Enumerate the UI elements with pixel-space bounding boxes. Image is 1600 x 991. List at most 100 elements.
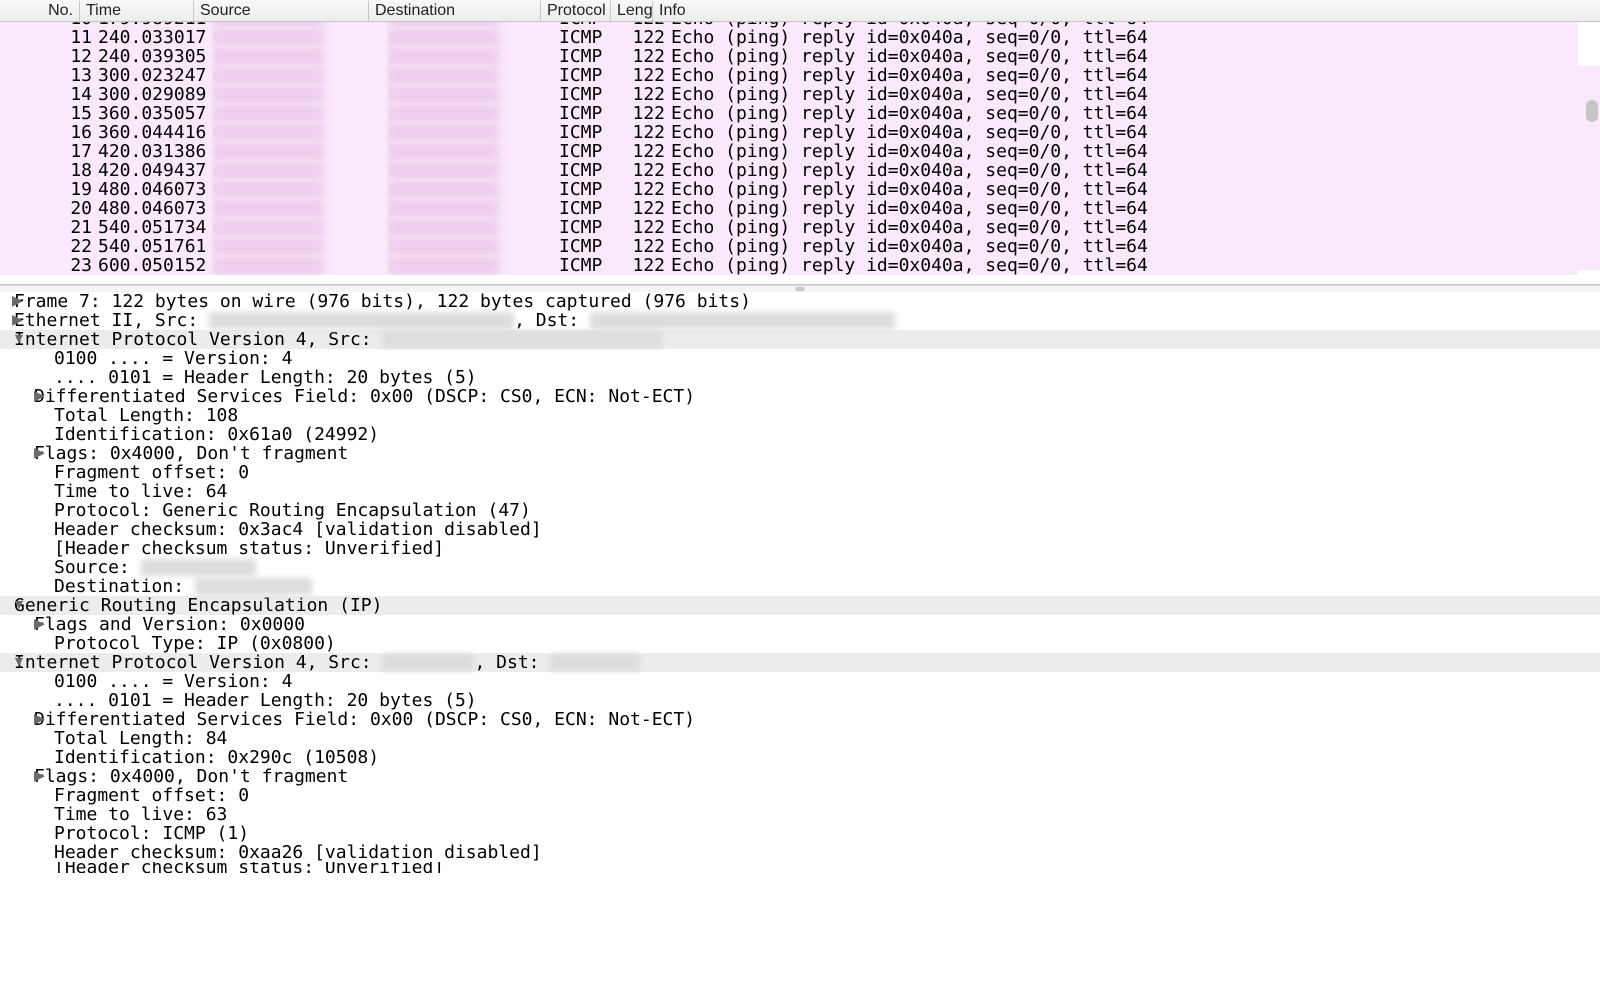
redacted-source: [212, 237, 324, 256]
packet-list-body[interactable]: 10179.989211ICMP122Echo (ping) reply id=…: [0, 22, 1600, 284]
scroll-gutter-top: [1578, 22, 1600, 66]
cell-info: Echo (ping) reply id=0x040a, seq=0/0, tt…: [671, 123, 1600, 142]
tree-row[interactable]: ▶[Header checksum status: Unverified]: [0, 539, 1600, 558]
packet-list-header[interactable]: No. Time Source Destination Protocol Len…: [0, 0, 1600, 22]
tree-row[interactable]: ▶Source:: [0, 558, 1600, 577]
tree-row[interactable]: ▼Internet Protocol Version 4, Src: , Dst…: [0, 653, 1600, 672]
tree-row[interactable]: ▶Fragment offset: 0: [0, 463, 1600, 482]
col-header-info[interactable]: Info: [653, 1, 1600, 21]
cell-destination: [387, 218, 559, 237]
chevron-right-icon[interactable]: ▶: [0, 709, 34, 728]
packet-row[interactable]: 23600.050152ICMP122Echo (ping) reply id=…: [0, 256, 1600, 275]
chevron-placeholder: ▶: [0, 348, 54, 367]
tree-row[interactable]: ▶Flags: 0x4000, Don't fragment: [0, 767, 1600, 786]
redacted-source: [212, 66, 324, 85]
redacted-source: [212, 180, 324, 199]
tree-row[interactable]: ▶.... 0101 = Header Length: 20 bytes (5): [0, 368, 1600, 387]
chevron-placeholder: ▶: [0, 538, 54, 557]
pane-splitter[interactable]: [0, 285, 1600, 292]
col-header-no[interactable]: No.: [0, 1, 80, 21]
tree-row[interactable]: ▶Flags: 0x4000, Don't fragment: [0, 444, 1600, 463]
cell-proto: ICMP: [559, 237, 629, 256]
packet-row[interactable]: 21540.051734ICMP122Echo (ping) reply id=…: [0, 218, 1600, 237]
col-header-time[interactable]: Time: [80, 1, 194, 21]
chevron-placeholder: ▶: [0, 367, 54, 386]
tree-row[interactable]: ▶Total Length: 108: [0, 406, 1600, 425]
col-header-source[interactable]: Source: [194, 1, 369, 21]
redacted-destination: [387, 142, 499, 161]
tree-row[interactable]: ▶Identification: 0x290c (10508): [0, 748, 1600, 767]
chevron-right-icon[interactable]: ▶: [0, 292, 14, 310]
tree-row[interactable]: ▶Header checksum: 0xaa26 [validation dis…: [0, 843, 1600, 862]
chevron-placeholder: ▶: [0, 785, 54, 804]
cell-len: 122: [629, 256, 671, 275]
cell-info: Echo (ping) reply id=0x040a, seq=0/0, tt…: [671, 161, 1600, 180]
tree-row[interactable]: ▶Protocol: ICMP (1): [0, 824, 1600, 843]
packet-details-pane[interactable]: ▶Frame 7: 122 bytes on wire (976 bits), …: [0, 292, 1600, 991]
tree-row[interactable]: ▶[Header checksum status: Unverified]: [0, 862, 1600, 873]
cell-destination: [387, 47, 559, 66]
tree-row[interactable]: ▶Differentiated Services Field: 0x00 (DS…: [0, 387, 1600, 406]
packet-row[interactable]: 16360.044416ICMP122Echo (ping) reply id=…: [0, 123, 1600, 142]
tree-row[interactable]: ▶Ethernet II, Src: , Dst:: [0, 311, 1600, 330]
scroll-thumb[interactable]: [1586, 100, 1598, 122]
cell-no: 13: [18, 66, 98, 85]
col-header-length[interactable]: Length: [611, 1, 653, 21]
wireshark-window: No. Time Source Destination Protocol Len…: [0, 0, 1600, 991]
cell-proto: ICMP: [559, 47, 629, 66]
chevron-right-icon[interactable]: ▶: [0, 614, 34, 633]
chevron-placeholder: ▶: [0, 519, 54, 538]
tree-row[interactable]: ▶Header checksum: 0x3ac4 [validation dis…: [0, 520, 1600, 539]
chevron-down-icon[interactable]: ▼: [0, 595, 14, 614]
cell-info: Echo (ping) reply id=0x040a, seq=0/0, tt…: [671, 256, 1600, 275]
packet-row[interactable]: 17420.031386ICMP122Echo (ping) reply id=…: [0, 142, 1600, 161]
packet-list-scrollbar[interactable]: [1578, 22, 1600, 284]
packet-list-pane[interactable]: No. Time Source Destination Protocol Len…: [0, 0, 1600, 285]
tree-row[interactable]: ▶Time to live: 64: [0, 482, 1600, 501]
redacted-destination: [387, 180, 499, 199]
chevron-right-icon[interactable]: ▶: [0, 766, 34, 785]
chevron-down-icon[interactable]: ▼: [0, 329, 14, 348]
packet-row[interactable]: 15360.035057ICMP122Echo (ping) reply id=…: [0, 104, 1600, 123]
packet-row[interactable]: 20480.046073ICMP122Echo (ping) reply id=…: [0, 199, 1600, 218]
tree-row[interactable]: ▶Frame 7: 122 bytes on wire (976 bits), …: [0, 292, 1600, 311]
packet-row[interactable]: 22540.051761ICMP122Echo (ping) reply id=…: [0, 237, 1600, 256]
packet-row[interactable]: 18420.049437ICMP122Echo (ping) reply id=…: [0, 161, 1600, 180]
packet-row[interactable]: 14300.029089ICMP122Echo (ping) reply id=…: [0, 85, 1600, 104]
chevron-placeholder: ▶: [0, 500, 54, 519]
packet-row[interactable]: 11240.033017ICMP122Echo (ping) reply id=…: [0, 28, 1600, 47]
tree-row[interactable]: ▶Protocol: Generic Routing Encapsulation…: [0, 501, 1600, 520]
packet-row[interactable]: 12240.039305ICMP122Echo (ping) reply id=…: [0, 47, 1600, 66]
chevron-placeholder: ▶: [0, 728, 54, 747]
tree-label: Total Length: 84: [54, 729, 227, 748]
cell-time: 540.051734: [98, 218, 212, 237]
chevron-down-icon[interactable]: ▼: [0, 652, 14, 671]
chevron-right-icon[interactable]: ▶: [0, 310, 14, 329]
packet-row[interactable]: 13300.023247ICMP122Echo (ping) reply id=…: [0, 66, 1600, 85]
tree-row[interactable]: ▶Fragment offset: 0: [0, 786, 1600, 805]
cell-source: [212, 47, 387, 66]
tree-label: Total Length: 108: [54, 406, 238, 425]
redacted-source: [212, 161, 324, 180]
tree-row[interactable]: ▼Generic Routing Encapsulation (IP): [0, 596, 1600, 615]
packet-row[interactable]: 19480.046073ICMP122Echo (ping) reply id=…: [0, 180, 1600, 199]
col-header-protocol[interactable]: Protocol: [541, 1, 611, 21]
tree-row[interactable]: ▶Total Length: 84: [0, 729, 1600, 748]
tree-row[interactable]: ▶Identification: 0x61a0 (24992): [0, 425, 1600, 444]
tree-row[interactable]: ▶0100 .... = Version: 4: [0, 672, 1600, 691]
tree-row[interactable]: ▶Destination:: [0, 577, 1600, 596]
scroll-gutter-bottom: [1578, 270, 1600, 284]
cell-proto: ICMP: [559, 123, 629, 142]
chevron-right-icon[interactable]: ▶: [0, 443, 34, 462]
tree-row[interactable]: ▶Differentiated Services Field: 0x00 (DS…: [0, 710, 1600, 729]
cell-info: Echo (ping) reply id=0x040a, seq=0/0, tt…: [671, 85, 1600, 104]
cell-len: 122: [629, 66, 671, 85]
tree-row[interactable]: ▶Protocol Type: IP (0x0800): [0, 634, 1600, 653]
tree-row[interactable]: ▶Flags and Version: 0x0000: [0, 615, 1600, 634]
tree-row[interactable]: ▶.... 0101 = Header Length: 20 bytes (5): [0, 691, 1600, 710]
tree-row[interactable]: ▶Time to live: 63: [0, 805, 1600, 824]
chevron-right-icon[interactable]: ▶: [0, 386, 34, 405]
col-header-destination[interactable]: Destination: [369, 1, 541, 21]
tree-row[interactable]: ▶0100 .... = Version: 4: [0, 349, 1600, 368]
tree-row[interactable]: ▼Internet Protocol Version 4, Src:: [0, 330, 1600, 349]
